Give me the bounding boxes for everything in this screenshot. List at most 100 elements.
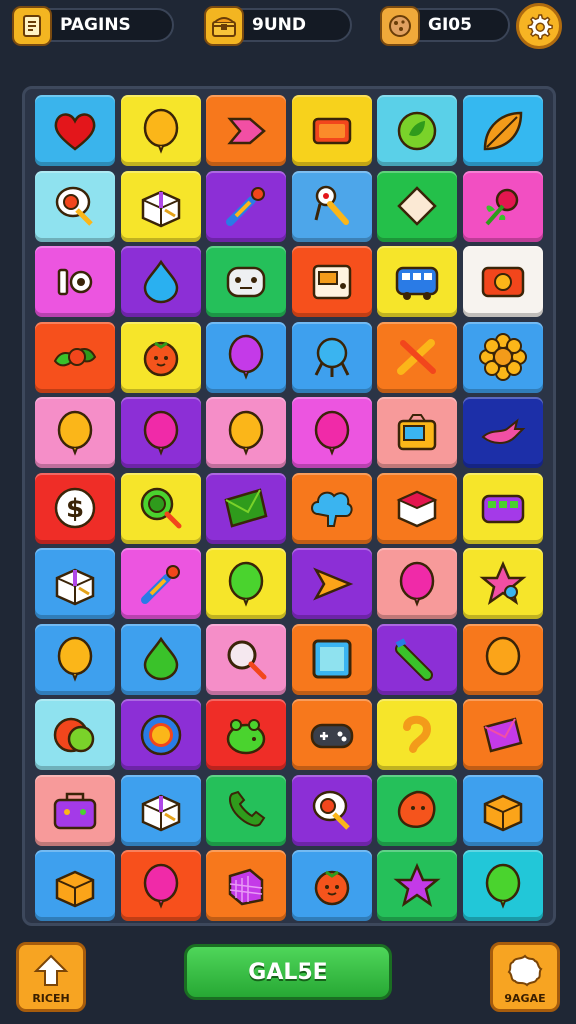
bus-blue-icon xyxy=(395,266,439,300)
tile[interactable] xyxy=(120,170,201,242)
berry-plant-icon xyxy=(485,188,518,226)
tile[interactable] xyxy=(462,95,543,166)
tile[interactable] xyxy=(206,548,286,619)
tile[interactable] xyxy=(206,850,286,921)
tile[interactable] xyxy=(462,170,543,242)
shuffle-label: 9AGAE xyxy=(504,992,546,1005)
key-tool-icon xyxy=(314,185,349,225)
arrow-orange-icon xyxy=(312,566,353,601)
envelope-green-icon xyxy=(224,488,268,528)
tile[interactable] xyxy=(291,774,372,846)
tile[interactable] xyxy=(35,774,115,846)
leaf-coin-icon xyxy=(397,111,437,150)
main-action-button[interactable]: GAL5E xyxy=(184,944,392,1000)
tile[interactable] xyxy=(206,623,286,695)
tile[interactable] xyxy=(291,472,372,544)
shuffle-button[interactable]: 9AGAE xyxy=(490,942,560,1012)
tile[interactable] xyxy=(377,397,457,468)
spider-blue-icon xyxy=(314,337,349,377)
tile[interactable] xyxy=(120,321,201,393)
radio-yellow-icon xyxy=(397,413,437,450)
heart-icon xyxy=(54,112,96,151)
tile[interactable] xyxy=(120,397,201,468)
tile[interactable] xyxy=(377,623,457,695)
tile[interactable] xyxy=(291,699,372,770)
tile[interactable] xyxy=(377,170,457,242)
tile[interactable] xyxy=(120,95,201,166)
tile[interactable] xyxy=(206,170,286,242)
tile[interactable] xyxy=(206,321,286,393)
tile[interactable] xyxy=(291,548,372,619)
balloon-green-icon xyxy=(228,561,264,607)
tile[interactable] xyxy=(377,850,457,921)
tile[interactable] xyxy=(206,699,286,770)
tile[interactable] xyxy=(206,246,286,317)
tile[interactable] xyxy=(120,774,201,846)
tile[interactable] xyxy=(291,850,372,921)
tile[interactable] xyxy=(377,774,457,846)
hook-icon xyxy=(403,715,432,753)
tile[interactable] xyxy=(291,95,372,166)
tile[interactable] xyxy=(35,850,115,921)
tile[interactable] xyxy=(462,246,543,317)
screen-icon xyxy=(312,639,351,679)
tile[interactable] xyxy=(35,623,115,695)
tile[interactable] xyxy=(120,623,201,695)
tile[interactable] xyxy=(291,623,372,695)
tile[interactable] xyxy=(35,95,115,166)
tile[interactable] xyxy=(35,170,115,242)
balloon-magenta-icon xyxy=(314,410,349,456)
tile[interactable] xyxy=(120,850,201,921)
tile[interactable] xyxy=(462,850,543,921)
tile[interactable] xyxy=(206,397,286,468)
tile[interactable] xyxy=(462,397,543,468)
tile[interactable] xyxy=(462,548,543,619)
tile[interactable] xyxy=(377,246,457,317)
tile[interactable] xyxy=(35,246,115,317)
tile[interactable] xyxy=(291,397,372,468)
balloon-yellow-icon xyxy=(57,636,93,682)
cookie-icon xyxy=(380,6,420,46)
dollar-coin-icon: $ xyxy=(54,487,96,529)
tile[interactable] xyxy=(120,246,201,317)
tile[interactable] xyxy=(120,548,201,619)
settings-button[interactable] xyxy=(516,3,562,49)
tile[interactable] xyxy=(377,95,457,166)
balloon-yellow-icon xyxy=(143,108,178,154)
svg-text:$: $ xyxy=(66,494,84,524)
tile[interactable] xyxy=(206,472,286,544)
tile[interactable] xyxy=(35,548,115,619)
sound-counter[interactable]: 9UND xyxy=(204,6,352,46)
top-bar: PAGINS 9UND GI05 xyxy=(0,0,576,56)
gift-box-icon xyxy=(55,568,95,605)
tile[interactable] xyxy=(35,699,115,770)
tile[interactable] xyxy=(377,699,457,770)
tile[interactable] xyxy=(120,472,201,544)
pages-counter[interactable]: PAGINS xyxy=(12,6,174,46)
tile[interactable] xyxy=(291,246,372,317)
tile[interactable] xyxy=(462,321,543,393)
tile[interactable] xyxy=(291,170,372,242)
tile[interactable] xyxy=(377,321,457,393)
tile[interactable] xyxy=(206,774,286,846)
gifts-counter[interactable]: GI05 xyxy=(380,6,510,46)
tile[interactable] xyxy=(35,321,115,393)
tile[interactable] xyxy=(462,623,543,695)
tile[interactable] xyxy=(462,472,543,544)
tile[interactable] xyxy=(462,699,543,770)
balloon-yellow-icon xyxy=(228,410,264,456)
tile[interactable] xyxy=(377,472,457,544)
tile[interactable] xyxy=(35,397,115,468)
game-board: $ xyxy=(22,86,556,926)
tile[interactable] xyxy=(291,321,372,393)
splat-icon xyxy=(493,951,557,991)
tile[interactable] xyxy=(206,95,286,166)
tile[interactable] xyxy=(377,548,457,619)
tile[interactable] xyxy=(120,699,201,770)
magnifier-green-icon xyxy=(140,487,181,529)
gift-box-icon xyxy=(141,190,180,228)
tomato-icon xyxy=(143,341,178,377)
tile[interactable]: $ xyxy=(35,472,115,544)
boost-button[interactable]: RICEH xyxy=(16,942,86,1012)
tile[interactable] xyxy=(462,774,543,846)
